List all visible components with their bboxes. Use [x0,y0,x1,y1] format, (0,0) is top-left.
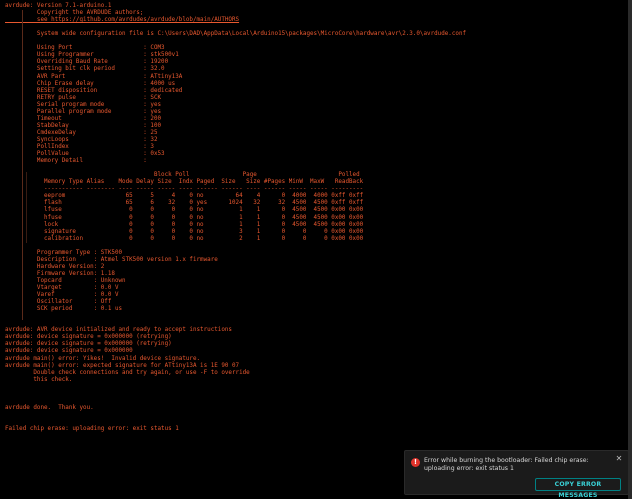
console-line: Using Port : COM3 [5,45,165,52]
console-line: see https://github.com/avrdudes/avrdude/… [5,17,240,24]
console-line: CmdexeDelay : 25 [5,129,158,136]
error-message: Error while burning the bootloader: Fail… [424,457,589,472]
console-line: avrdude main() error: Yikes! Invalid dev… [5,355,201,362]
console-line: avrdude: device signature = 0x000000 [5,348,133,355]
console-line: System wide configuration file is C:\Use… [5,31,467,38]
console-line: calibration 0 0 0 0 no 2 1 0 0 0 0x00 0x… [5,235,364,242]
console-line: hfuse 0 0 0 0 no 1 1 0 4500 4500 0x00 0x… [5,214,364,221]
console-line: StabDelay : 100 [5,122,162,129]
scrollbar-thumb[interactable] [628,0,632,499]
console-line: lock 0 0 0 0 no 1 1 0 4500 4500 0x00 0x0… [5,221,364,228]
console-line: signature 0 0 0 0 no 3 1 0 0 0 0x00 0x00 [5,228,364,235]
copy-error-messages-button[interactable]: COPY ERROR MESSAGES [535,478,621,499]
console-line: flash 65 6 32 0 yes 1024 32 32 4500 4500… [5,200,364,207]
console-line: avrdude: AVR device initialized and read… [5,327,232,334]
console-line: Parallel program mode : yes [5,108,162,115]
console-line: Topcard : Unknown [5,277,126,284]
console-line: avrdude done. Thank you. [5,404,94,411]
console-line: avrdude main() error: expected signature… [5,362,240,369]
console-line: Copyright the AVRDUDE authors; [5,10,144,17]
output-console[interactable]: avrdude: Version 7.1-arduino.1 Copyright… [0,0,632,499]
console-line: Memory Detail : [5,158,147,165]
console-line: lfuse 0 0 0 0 no 1 1 0 4500 4500 0x00 0x… [5,207,364,214]
console-line: RESET disposition : dedicated [5,87,183,94]
console-line: SyncLoops : 32 [5,136,158,143]
console-line: Overriding Baud Rate : 19200 [5,59,169,66]
error-icon: ! [411,458,420,467]
console-line: Setting bit clk period : 32.0 [5,66,165,73]
console-line: avrdude: Version 7.1-arduino.1 [5,3,112,9]
indent-guide [26,172,27,243]
console-line: Block Poll Page Polled [5,172,360,179]
console-line: PollIndex : 3 [5,144,154,150]
console-line: Serial program mode : yes [5,101,162,108]
console-line: Oscillator : Off [5,299,112,306]
console-scrollbar[interactable] [628,0,632,499]
console-line: Chip Erase delay : 4000 us [5,80,176,87]
console-line: Timeout : 200 [5,115,162,122]
console-line: Description : Atmel STK500 version 1.x f… [5,256,218,263]
console-line: eeprom 65 5 4 0 no 64 4 0 4000 4000 0xff… [5,193,364,200]
console-line: PollValue : 0x53 [5,151,165,158]
console-line: RETRY pulse : SCK [5,94,162,101]
console-line: Hardware Version: 2 [5,263,105,270]
console-line: avrdude: device signature = 0x000000 (re… [5,334,172,341]
console-line: Double check connections and try again, … [5,369,250,376]
console-line: avrdude: device signature = 0x000000 (re… [5,341,172,348]
console-line: this check. [5,376,73,383]
console-line: AVR Part : ATtiny13A [5,73,183,80]
indent-guide [22,10,23,321]
close-icon[interactable]: ✕ [615,455,623,463]
console-line: ----------- -------- ---- ----- ----- --… [5,186,364,193]
console-line: Memory Type Alias Mode Delay Size Indx P… [5,179,364,186]
console-line: Failed chip erase: uploading error: exit… [5,426,179,432]
console-line: Using Programmer : stk500v1 [5,52,179,59]
error-notification: ! Error while burning the bootloader: Fa… [404,450,629,499]
